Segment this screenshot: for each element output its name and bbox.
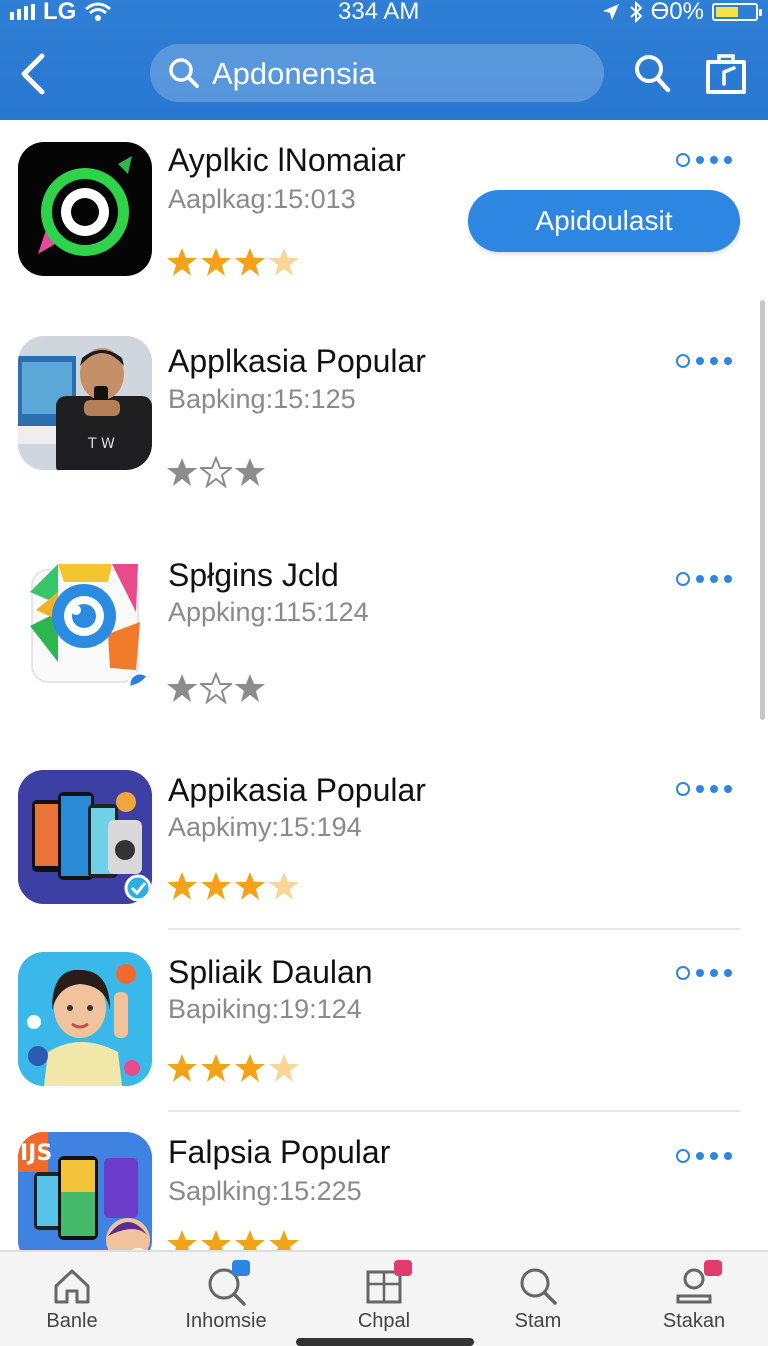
star-icon	[235, 1054, 265, 1082]
more-options-icon[interactable]	[676, 1149, 732, 1163]
notification-badge	[704, 1260, 722, 1276]
home-indicator	[296, 1338, 474, 1346]
star-icon	[167, 458, 197, 486]
app-title: Falpsia Popular	[168, 1134, 391, 1170]
app-title: Applkasia Popular	[168, 343, 426, 379]
star-icon	[201, 248, 231, 276]
rating-stars	[166, 456, 266, 488]
app-header: LG 334 AM ϴ0% Apdonensia	[0, 0, 768, 120]
more-options-icon[interactable]	[676, 966, 732, 980]
tab-label: Stakan	[662, 1310, 726, 1332]
star-icon	[200, 456, 232, 488]
rating-stars	[166, 870, 300, 902]
search-icon	[169, 58, 199, 88]
svg-text:IJS: IJS	[20, 1141, 52, 1166]
more-options-icon[interactable]	[676, 782, 732, 796]
app-title: Appikasia Popular	[168, 772, 426, 808]
app-gallery-icon[interactable]: IJS	[18, 1132, 152, 1266]
battery-percent: ϴ0%	[650, 0, 704, 25]
bottom-tab-bar: Banle Inhomsie Chpal Stam Stakan	[0, 1250, 768, 1346]
tab-chat[interactable]: Chpal	[324, 1252, 444, 1346]
star-icon	[201, 1054, 231, 1082]
location-arrow-icon	[602, 4, 619, 20]
star-icon	[167, 248, 197, 276]
divider	[168, 928, 740, 930]
divider	[168, 1110, 740, 1112]
search-icon	[520, 1268, 557, 1305]
search-input[interactable]: Apdonensia	[150, 44, 604, 102]
notification-badge	[232, 1260, 250, 1276]
star-icon	[269, 872, 299, 900]
home-icon	[54, 1269, 90, 1304]
app-photo-icon[interactable]: T W	[18, 336, 152, 470]
back-arrow-icon[interactable]	[14, 50, 54, 98]
star-icon	[235, 458, 265, 486]
app-title: Spłgins Jcld	[168, 557, 339, 593]
more-options-icon[interactable]	[676, 153, 732, 167]
search-query: Apdonensia	[212, 56, 376, 91]
app-subtitle: Bapking:15:125	[168, 384, 356, 414]
star-icon	[235, 248, 265, 276]
tab-label: Chpal	[357, 1310, 411, 1332]
star-icon	[235, 872, 265, 900]
app-title: Spliaik Daulan	[168, 954, 373, 990]
app-subtitle: Appking:115:124	[168, 597, 369, 627]
more-options-icon[interactable]	[676, 572, 732, 586]
app-subtitle: Aaplkag:15:013	[168, 184, 356, 214]
rating-stars	[166, 672, 266, 704]
rating-stars	[166, 1052, 300, 1084]
app-subtitle: Saplking:15:225	[168, 1176, 362, 1206]
star-icon	[167, 872, 197, 900]
notification-badge	[394, 1260, 412, 1276]
star-icon	[201, 872, 231, 900]
app-target-icon[interactable]	[18, 142, 152, 276]
app-subtitle: Bapiking:19:124	[168, 994, 362, 1024]
tab-profile[interactable]: Stakan	[634, 1252, 754, 1346]
tab-info[interactable]: Inhomsie	[166, 1252, 286, 1346]
star-icon	[200, 672, 232, 704]
rating-stars	[166, 246, 300, 278]
star-icon	[167, 674, 197, 702]
bluetooth-icon	[629, 1, 643, 23]
status-bar: LG 334 AM ϴ0%	[0, 0, 768, 26]
app-title: Ayplkic lNomaiar	[168, 142, 406, 178]
app-phones-icon[interactable]	[18, 770, 152, 904]
signal-icon	[10, 4, 35, 20]
carrier-label: LG	[43, 0, 77, 25]
status-time: 334 AM	[338, 0, 420, 25]
install-button[interactable]: Apidoulasit	[468, 190, 740, 252]
app-camera-icon[interactable]	[18, 552, 152, 686]
tab-home[interactable]: Banle	[12, 1252, 132, 1346]
tab-label: Banle	[46, 1310, 98, 1332]
app-subtitle: Aapkimy:15:194	[168, 812, 362, 842]
star-icon	[167, 1054, 197, 1082]
tab-label: Inhomsie	[185, 1310, 267, 1332]
scrollbar[interactable]	[760, 300, 765, 720]
tab-label: Stam	[514, 1310, 562, 1332]
svg-text:T W: T W	[87, 436, 115, 452]
search-icon[interactable]	[632, 52, 672, 94]
more-options-icon[interactable]	[676, 354, 732, 368]
wifi-icon	[85, 2, 112, 21]
app-avatar-icon[interactable]	[18, 952, 152, 1086]
battery-icon	[712, 3, 762, 21]
star-icon	[235, 674, 265, 702]
star-icon	[269, 248, 299, 276]
star-icon	[269, 1054, 299, 1082]
tab-search[interactable]: Stam	[478, 1252, 598, 1346]
share-bag-icon[interactable]	[704, 50, 748, 96]
